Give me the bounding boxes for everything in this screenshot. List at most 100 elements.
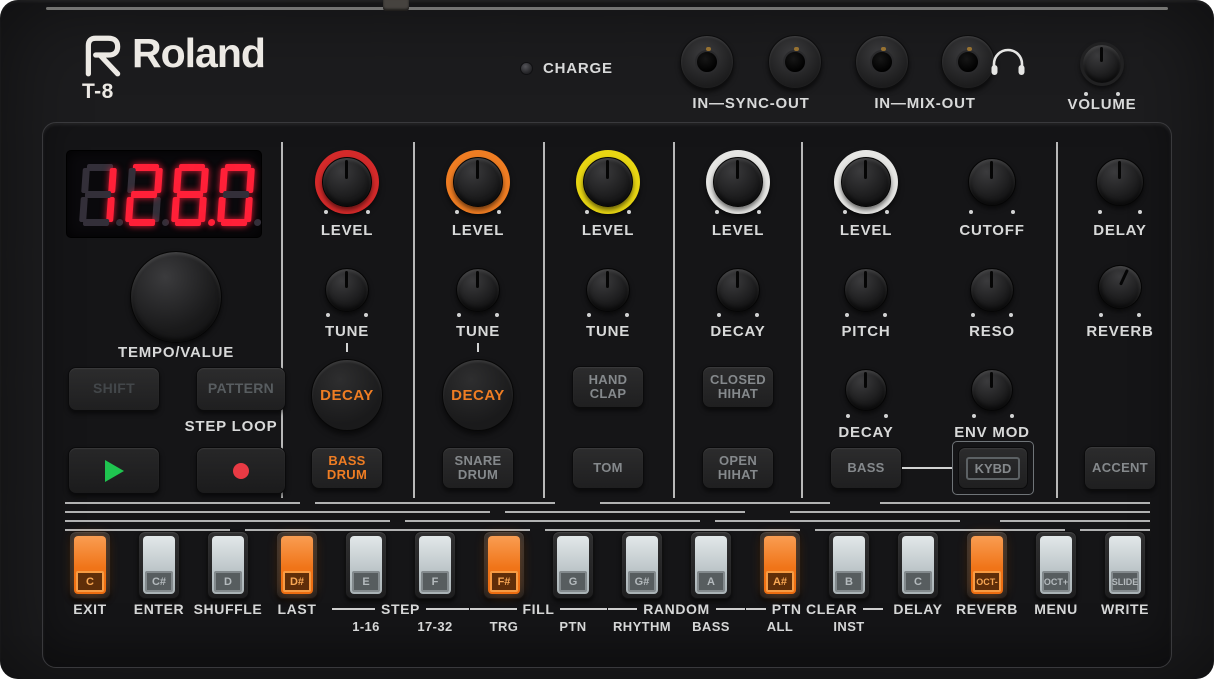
tune-knob-snare-drum[interactable] [456, 268, 500, 312]
env-mod-knob[interactable] [971, 369, 1013, 411]
step-key-oct-[interactable]: OCT- [966, 531, 1008, 599]
key-note-label: B [835, 571, 863, 592]
tempo-value-label: TEMPO/VALUE [118, 344, 234, 361]
kybd-button[interactable]: KYBD [958, 447, 1028, 489]
display-digit [125, 164, 163, 226]
step-key-oct+[interactable]: OCT+ [1035, 531, 1077, 599]
decay-knob-hihat[interactable] [716, 268, 760, 312]
tune-knob-bass-drum[interactable] [325, 268, 369, 312]
decay-knob-snare-drum[interactable]: DECAY [442, 359, 514, 431]
key-lit-face: C [74, 536, 106, 594]
key-sub-label: RHYTHM [613, 619, 671, 634]
tune-knob-tom[interactable] [586, 268, 630, 312]
key-note-label: F [421, 571, 449, 592]
center-detent-tick [346, 343, 348, 352]
step-key-as[interactable]: A# [759, 531, 801, 599]
key-lit-face: OCT- [971, 536, 1003, 594]
reso-knob[interactable] [970, 268, 1014, 312]
step-key-ds[interactable]: D# [276, 531, 318, 599]
level-label: LEVEL [712, 222, 764, 239]
knob-dot [717, 313, 721, 317]
key-lit-face: D# [281, 536, 313, 594]
play-button[interactable] [68, 447, 160, 494]
level-label: LEVEL [582, 222, 634, 239]
reso-label: RESO [969, 323, 1015, 340]
bass-kybd-connector [902, 467, 952, 469]
knob-dot [457, 313, 461, 317]
reverb-label: REVERB [1086, 323, 1153, 340]
cutoff-label: CUTOFF [959, 222, 1024, 239]
volume-label: VOLUME [1068, 96, 1137, 113]
section-divider [281, 142, 283, 498]
volume-knob[interactable] [1080, 42, 1124, 86]
knob-dot [1137, 313, 1141, 317]
knob-dot [885, 210, 889, 214]
pitch-knob[interactable] [844, 268, 888, 312]
key-lit-face: F [419, 536, 451, 594]
key-lit-face: F# [488, 536, 520, 594]
knob-dot [1099, 313, 1103, 317]
section-divider [801, 142, 803, 498]
knob-dot [497, 210, 501, 214]
level-label: LEVEL [452, 222, 504, 239]
delay-knob[interactable] [1096, 158, 1144, 206]
step-key-gs[interactable]: G# [621, 531, 663, 599]
step-key-f[interactable]: F [414, 531, 456, 599]
step-key-c[interactable]: C [69, 531, 111, 599]
step-key-g[interactable]: G [552, 531, 594, 599]
accent-button[interactable]: ACCENT [1084, 446, 1156, 490]
step-key-a[interactable]: A [690, 531, 732, 599]
brand-name: Roland [132, 30, 265, 77]
level-knob-hihat[interactable] [713, 157, 763, 207]
level-label: LEVEL [321, 222, 373, 239]
record-dot-icon [233, 463, 249, 479]
level-knob-tom[interactable] [583, 157, 633, 207]
step-key-e[interactable]: E [345, 531, 387, 599]
knob-dot [1009, 313, 1013, 317]
key-note-label: C# [145, 571, 173, 592]
knob-dot [495, 313, 499, 317]
tempo-value-knob[interactable] [130, 251, 222, 343]
step-key-fs[interactable]: F# [483, 531, 525, 599]
knob-dot [455, 210, 459, 214]
key-note-label: SLIDE [1111, 571, 1139, 592]
step-key-slide[interactable]: SLIDE [1104, 531, 1146, 599]
knob-dot [366, 210, 370, 214]
sync-out-jack [768, 35, 822, 89]
display-digit [79, 164, 117, 226]
key-note-label: G [559, 571, 587, 592]
level-knob-snare-drum[interactable] [453, 157, 503, 207]
decay-knob-bass[interactable] [845, 369, 887, 411]
open-hihat-button[interactable]: OPEN HIHAT [702, 447, 774, 489]
knob-dot [846, 414, 850, 418]
level-knob-bass[interactable] [841, 157, 891, 207]
bass-button[interactable]: BASS [830, 447, 902, 489]
record-button[interactable] [196, 447, 286, 494]
key-sub-label: 17-32 [417, 619, 452, 634]
kybd-frame: KYBD [952, 441, 1034, 495]
knob-dot [969, 210, 973, 214]
decay-knob-bass-drum[interactable]: DECAY [311, 359, 383, 431]
closed-hihat-button[interactable]: CLOSED HIHAT [702, 366, 774, 408]
snare-drum-button[interactable]: SNARE DRUM [442, 447, 514, 489]
step-key-d[interactable]: D [207, 531, 249, 599]
kybd-label: KYBD [966, 457, 1021, 480]
step-key-c[interactable]: C [897, 531, 939, 599]
roland-logo-icon [80, 32, 126, 78]
shift-button[interactable]: SHIFT [68, 367, 160, 411]
cutoff-knob[interactable] [968, 158, 1016, 206]
knob-dot [625, 313, 629, 317]
step-key-b[interactable]: B [828, 531, 870, 599]
knob-dot [585, 210, 589, 214]
knob-dot [324, 210, 328, 214]
sync-in-jack [680, 35, 734, 89]
hand-clap-button[interactable]: HAND CLAP [572, 366, 644, 408]
level-knob-bass-drum[interactable] [322, 157, 372, 207]
step-key-cs[interactable]: C# [138, 531, 180, 599]
pitch-label: PITCH [842, 323, 891, 340]
key-sub-label: INST [833, 619, 864, 634]
pattern-button[interactable]: PATTERN [196, 367, 286, 411]
top-edge-highlight [46, 7, 1168, 10]
bass-drum-button[interactable]: BASS DRUM [311, 447, 383, 489]
tom-button[interactable]: TOM [572, 447, 644, 489]
